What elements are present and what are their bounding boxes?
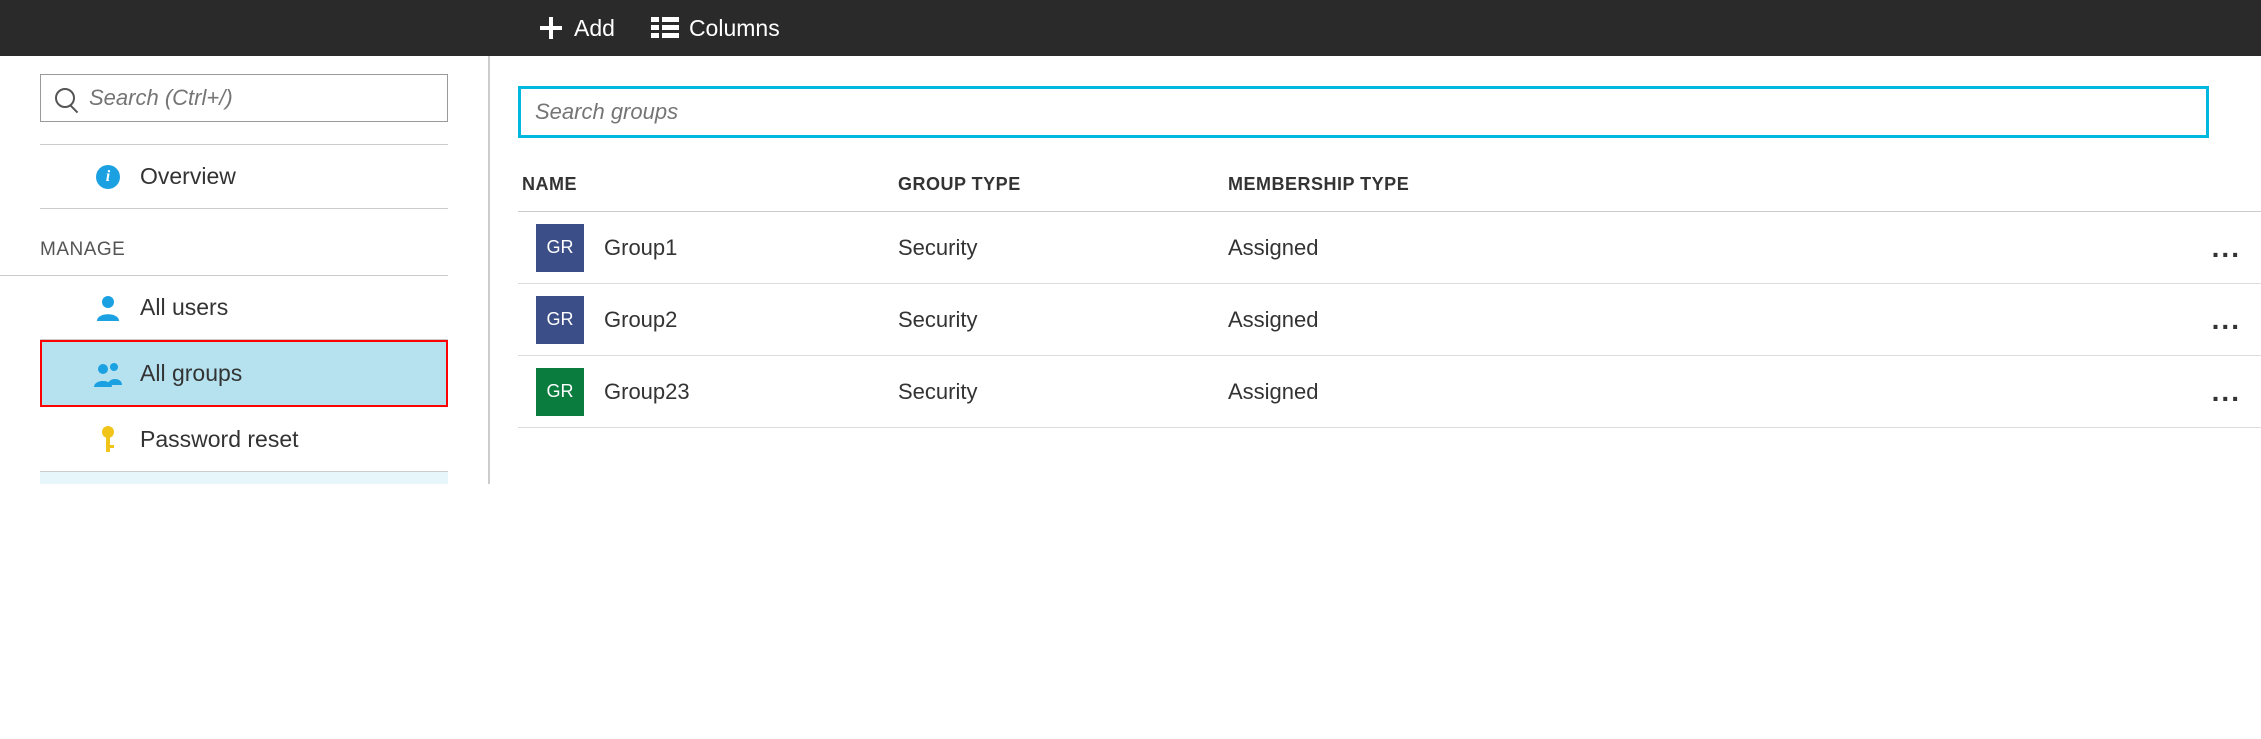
group-icon	[94, 361, 122, 387]
membership-type: Assigned	[1228, 379, 1548, 405]
sidebar-item-password-reset[interactable]: Password reset	[40, 407, 448, 472]
key-icon	[94, 425, 122, 453]
manage-header: MANAGE	[0, 209, 448, 276]
info-icon: i	[94, 165, 122, 189]
table-row[interactable]: GR Group1 SecurityAssigned...	[518, 212, 2261, 284]
sidebar-item-overview[interactable]: i Overview	[40, 145, 448, 209]
sidebar-item-label: All users	[140, 294, 228, 321]
add-button[interactable]: Add	[538, 15, 615, 42]
group-type: Security	[898, 235, 1228, 261]
search-icon	[55, 88, 75, 108]
sidebar-search-input[interactable]	[89, 85, 433, 111]
groups-search[interactable]	[518, 86, 2209, 138]
columns-button[interactable]: Columns	[651, 15, 780, 42]
table-row[interactable]: GR Group2 SecurityAssigned...	[518, 284, 2261, 356]
main-content: NAME GROUP TYPE MEMBERSHIP TYPE GR Group1…	[490, 56, 2261, 484]
group-name: Group2	[604, 307, 677, 333]
add-label: Add	[574, 15, 615, 42]
columns-icon	[651, 17, 679, 39]
table-header: NAME GROUP TYPE MEMBERSHIP TYPE	[518, 174, 2261, 212]
col-header-membership-type[interactable]: MEMBERSHIP TYPE	[1228, 174, 1548, 195]
groups-search-input[interactable]	[535, 99, 2192, 125]
sidebar-item-all-users[interactable]: All users	[40, 276, 448, 340]
more-icon[interactable]: ...	[2212, 304, 2241, 335]
sidebar-item-all-groups[interactable]: All groups	[40, 340, 448, 407]
group-avatar: GR	[536, 224, 584, 272]
group-avatar: GR	[536, 296, 584, 344]
groups-table: NAME GROUP TYPE MEMBERSHIP TYPE GR Group1…	[518, 174, 2261, 428]
user-icon	[94, 295, 122, 321]
plus-icon	[538, 15, 564, 41]
sidebar-item-partial[interactable]	[40, 472, 448, 484]
table-row[interactable]: GR Group23 SecurityAssigned...	[518, 356, 2261, 428]
sidebar-item-label: Overview	[140, 163, 236, 190]
group-type: Security	[898, 307, 1228, 333]
group-name: Group1	[604, 235, 677, 261]
sidebar: i Overview MANAGE All users All groups P…	[0, 56, 490, 484]
command-bar: Add Columns	[0, 0, 2261, 56]
group-type: Security	[898, 379, 1228, 405]
col-header-name[interactable]: NAME	[518, 174, 898, 195]
sidebar-item-label: Password reset	[140, 426, 299, 453]
membership-type: Assigned	[1228, 307, 1548, 333]
membership-type: Assigned	[1228, 235, 1548, 261]
more-icon[interactable]: ...	[2212, 376, 2241, 407]
group-name: Group23	[604, 379, 690, 405]
group-avatar: GR	[536, 368, 584, 416]
sidebar-item-label: All groups	[140, 360, 242, 387]
col-header-group-type[interactable]: GROUP TYPE	[898, 174, 1228, 195]
sidebar-search[interactable]	[40, 74, 448, 122]
more-icon[interactable]: ...	[2212, 232, 2241, 263]
columns-label: Columns	[689, 15, 780, 42]
